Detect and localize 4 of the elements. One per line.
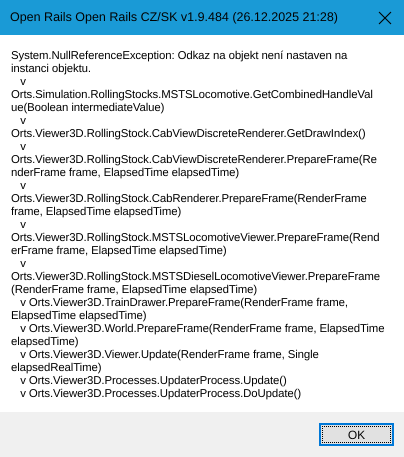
window-title: Open Rails Open Rails CZ/SK v1.9.484 (26.12.2025 21:28) (10, 9, 338, 26)
close-icon[interactable] (378, 10, 392, 24)
ok-button[interactable]: OK (319, 423, 394, 446)
error-message: System.NullReferenceException: Odkaz na objekt není nastaven na instanci objektu. v Orts.Simulation.RollingStocks.MSTSLocomotive.GetCombinedHandleVal ue(Boolean intermediateValue) v Orts.Viewer3D.RollingStock.CabViewDiscreteRenderer.GetDrawIndex() v Orts.Viewer3D.RollingStock.CabViewDiscreteRenderer.PrepareFrame(Re nderFrame frame, ElapsedTime elapsedTime) v Orts.Viewer3D.RollingStock.CabRenderer.PrepareFrame(RenderFrame frame, ElapsedTime elapsedTime) v Orts.Viewer3D.RollingStock.MSTSLocomotiveViewer.PrepareFrame(Rend erFrame frame, ElapsedTime elapsedTime) v Orts.Viewer3D.RollingStock.MSTSDieselLocomotiveViewer.PrepareFrame (RenderFrame frame, ElapsedTime elapsedTime) v Orts.Viewer3D.TrainDrawer.PrepareFrame(RenderFrame frame, ElapsedTime elapsedTime) v Orts.Viewer3D.World.PrepareFrame(RenderFrame frame, ElapsedTime elapsedTime) v Orts.Viewer3D.Viewer.Update(RenderFrame frame, Single elapsedRealTime) v Orts.Viewer3D.Processes.UpdaterProcess.Update() v Orts.Viewer3D.Processes.UpdaterProcess.DoUpdate() (11, 50, 386, 401)
